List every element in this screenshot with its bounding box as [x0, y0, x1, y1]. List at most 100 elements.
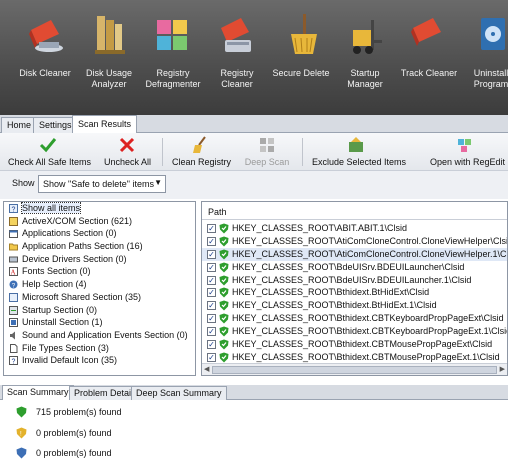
row-checkbox[interactable]: ✓	[207, 262, 216, 272]
svg-text:?: ?	[12, 282, 16, 289]
path-column-header[interactable]: Path	[202, 202, 507, 220]
separator	[162, 138, 163, 166]
registry-cleaner-button[interactable]: Registry Cleaner	[206, 8, 268, 108]
category-item[interactable]: File Types Section (3)	[4, 342, 195, 355]
row-checkbox[interactable]: ✓	[207, 301, 216, 311]
category-label: Fonts Section (0)	[22, 266, 91, 277]
toolbar-label: Registry Defragmenter	[145, 68, 201, 89]
row-checkbox[interactable]: ✓	[207, 340, 216, 350]
path-row[interactable]: ✓ HKEY_CLASSES_ROOT\ABIT.ABIT.1\Clsid	[202, 222, 507, 235]
category-item[interactable]: Sound and Application Events Section (0)	[4, 329, 195, 342]
row-checkbox[interactable]: ✓	[207, 249, 216, 259]
registry-defragmenter-icon	[157, 20, 187, 50]
scroll-right-icon[interactable]: ▶	[500, 365, 505, 373]
scrollbar-thumb[interactable]	[212, 366, 497, 374]
row-checkbox[interactable]: ✓	[207, 236, 216, 246]
path-rows: ✓ HKEY_CLASSES_ROOT\ABIT.ABIT.1\Clsid ✓ HKE…	[202, 222, 507, 364]
category-item[interactable]: ? Help Section (4)	[4, 278, 195, 291]
tab-scan-results[interactable]: Scan Results	[72, 115, 138, 134]
deep-scan-button[interactable]: Deep Scan	[244, 136, 290, 168]
clean-registry-button[interactable]: Clean Registry	[172, 136, 232, 168]
toolbar-label: Disk Cleaner	[19, 68, 71, 78]
check-all-label: Check All Safe Items	[8, 157, 92, 167]
toolbar-label: Uninstall Program	[473, 68, 508, 89]
category-item[interactable]: Application Paths Section (16)	[4, 240, 195, 253]
check-all-safe-button[interactable]: Check All Safe Items	[8, 136, 92, 168]
row-checkbox[interactable]: ✓	[207, 288, 216, 298]
red-x-icon	[119, 137, 135, 153]
toolbar-label: Disk Usage Analyzer	[85, 68, 132, 89]
path-row[interactable]: ✓ HKEY_CLASSES_ROOT\AtiComCloneControl.Cl…	[202, 247, 507, 261]
path-text: HKEY_CLASSES_ROOT\Bthidext.CBTMousePropP…	[232, 339, 493, 350]
toolbar-label: Track Cleaner	[400, 68, 458, 78]
file-types-icon	[10, 343, 18, 353]
registry-defragmenter-button[interactable]: Registry Defragmenter	[142, 8, 204, 108]
row-checkbox[interactable]: ✓	[207, 275, 216, 285]
clean-registry-label: Clean Registry	[172, 157, 232, 167]
category-label: Microsoft Shared Section (35)	[22, 291, 142, 302]
green-shield-icon	[219, 287, 229, 298]
category-item[interactable]: Applications Section (0)	[4, 227, 195, 240]
exclude-selected-button[interactable]: Exclude Selected Items	[312, 136, 407, 168]
path-row[interactable]: ✓ HKEY_CLASSES_ROOT\Bthidext.CBTMouseProp…	[202, 338, 507, 351]
row-checkbox[interactable]: ✓	[207, 224, 216, 233]
tab-settings[interactable]: Settings	[33, 117, 78, 133]
disk-cleaner-icon	[29, 20, 63, 52]
activex-icon	[9, 216, 18, 226]
toolbar-label: Secure Delete	[272, 68, 330, 78]
tab-home[interactable]: Home	[1, 117, 38, 133]
category-item[interactable]: Microsoft Shared Section (35)	[4, 291, 195, 304]
check-icon	[39, 138, 57, 153]
disk-usage-analyzer-icon	[95, 16, 125, 54]
row-checkbox[interactable]: ✓	[207, 327, 216, 337]
svg-text:A: A	[11, 269, 16, 277]
path-text: HKEY_CLASSES_ROOT\Bthidext.CBTKeyboardPr…	[232, 326, 508, 337]
category-label: Applications Section (0)	[22, 228, 117, 239]
category-label: Sound and Application Events Section (0)	[22, 329, 188, 340]
category-item[interactable]: A Fonts Section (0)	[4, 265, 195, 278]
path-row[interactable]: ✓ HKEY_CLASSES_ROOT\BdeUISrv.BDEUILaunche…	[202, 261, 507, 274]
uninstall-program-button[interactable]: Uninstall Program	[460, 8, 508, 108]
category-item[interactable]: Startup Section (0)	[4, 304, 195, 317]
uncheck-all-label: Uncheck All	[104, 157, 152, 167]
device-drivers-icon	[9, 256, 18, 263]
category-item[interactable]: Uninstall Section (1)	[4, 316, 195, 329]
show-filter-select[interactable]: Show "Safe to delete" items ▼	[38, 175, 166, 193]
path-row[interactable]: ✓ HKEY_CLASSES_ROOT\BdeUISrv.BDEUILaunche…	[202, 274, 507, 287]
path-row[interactable]: ✓ HKEY_CLASSES_ROOT\Bthidext.CBTKeyboardP…	[202, 312, 507, 325]
tab-problem-detail[interactable]: Problem Detail	[69, 386, 139, 400]
summary-tabs: Scan Summary Problem Detail Deep Scan Su…	[0, 385, 508, 401]
tab-scan-summary[interactable]: Scan Summary	[2, 385, 74, 401]
category-item[interactable]: ? Invalid Default Icon (35)	[4, 354, 195, 367]
green-shield-icon	[219, 339, 229, 350]
svg-text:?: ?	[12, 359, 16, 366]
row-checkbox[interactable]: ✓	[207, 314, 216, 324]
category-item[interactable]: Device Drivers Section (0)	[4, 253, 195, 266]
uninstall-program-icon	[481, 18, 505, 50]
path-row[interactable]: ✓ HKEY_CLASSES_ROOT\AtiComCloneControl.Cl…	[202, 235, 507, 248]
category-label: File Types Section (3)	[22, 342, 109, 353]
green-shield-icon	[219, 326, 229, 337]
green-shield-icon	[16, 406, 27, 418]
open-regedit-button[interactable]: Open with RegEdit	[430, 136, 505, 168]
row-checkbox[interactable]: ✓	[207, 352, 216, 362]
path-row[interactable]: ✓ HKEY_CLASSES_ROOT\Bthidext.BtHidExt.1\C…	[202, 299, 507, 312]
secure-delete-button[interactable]: Secure Delete	[270, 8, 332, 108]
scroll-left-icon[interactable]: ◀	[204, 365, 209, 373]
tab-deep-scan-summary[interactable]: Deep Scan Summary	[131, 386, 227, 400]
category-item[interactable]: ActiveX/COM Section (621)	[4, 215, 195, 228]
category-label: Startup Section (0)	[22, 304, 98, 315]
horizontal-scrollbar[interactable]: ◀ ▶	[202, 363, 507, 375]
blue-shield-icon	[16, 447, 27, 459]
path-row[interactable]: ✓ HKEY_CLASSES_ROOT\Bthidext.CBTKeyboardP…	[202, 325, 507, 338]
category-item[interactable]: ? Show all items	[4, 202, 195, 215]
uncheck-all-button[interactable]: Uncheck All	[104, 136, 152, 168]
disk-usage-analyzer-button[interactable]: Disk Usage Analyzer	[78, 8, 140, 108]
disk-cleaner-button[interactable]: Disk Cleaner	[14, 8, 76, 108]
track-cleaner-button[interactable]: Track Cleaner	[398, 8, 460, 108]
exclude-selected-label: Exclude Selected Items	[312, 157, 407, 167]
path-row[interactable]: ✓ HKEY_CLASSES_ROOT\Bthidext.CBTMouseProp…	[202, 351, 507, 364]
path-row[interactable]: ✓ HKEY_CLASSES_ROOT\Bthidext.BtHidExt\Cls…	[202, 286, 507, 299]
startup-manager-button[interactable]: Startup Manager	[334, 8, 396, 108]
summary-row: 0 problem(s) found	[14, 446, 112, 460]
